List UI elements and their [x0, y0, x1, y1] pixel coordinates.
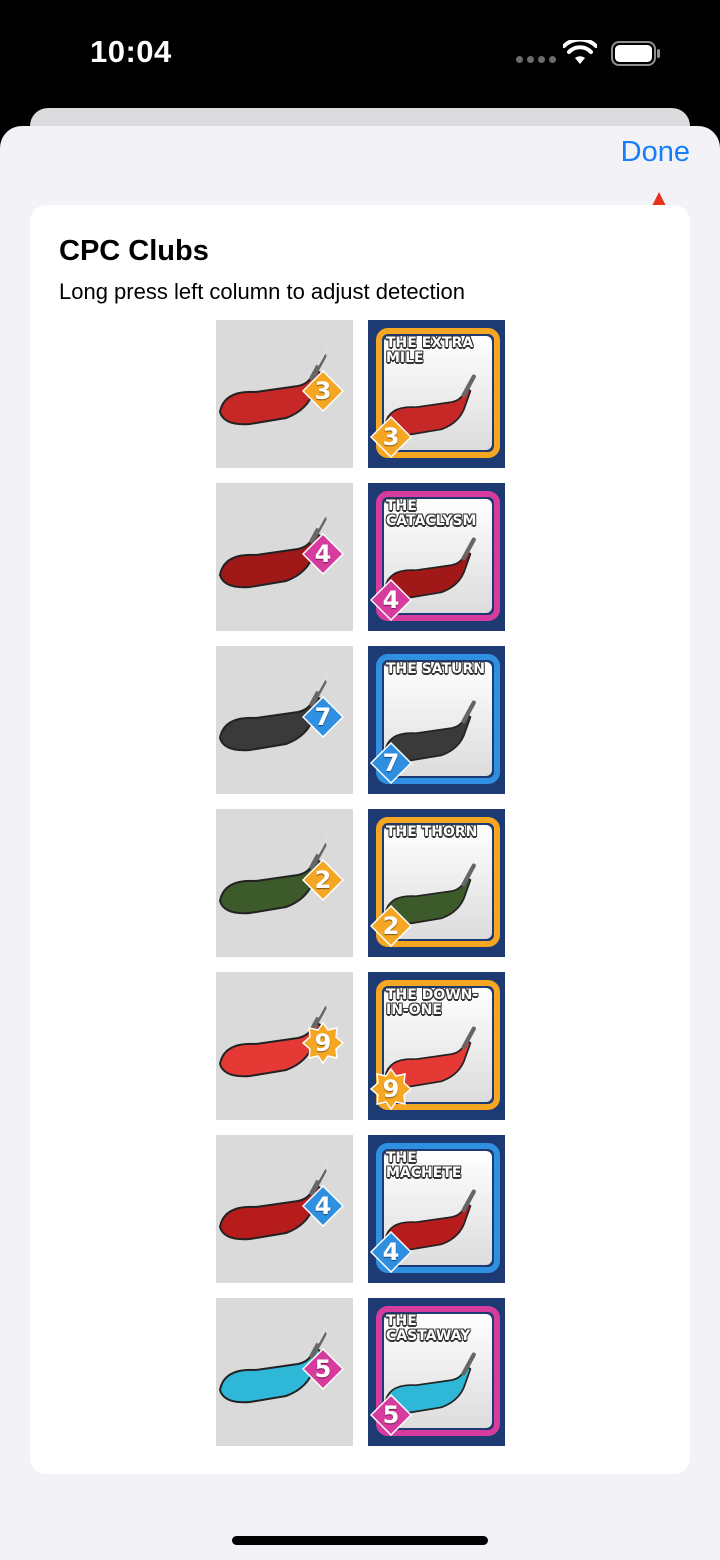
card-subtitle: Long press left column to adjust detecti… — [59, 279, 466, 304]
club-card-image: The Saturn 7 — [368, 646, 505, 794]
card-level-badge: 3 — [370, 416, 412, 458]
club-card-image: The Thorn 2 — [368, 809, 505, 957]
level-badge: 3 — [302, 370, 344, 412]
club-card-image: The Cataclysm 4 — [368, 483, 505, 631]
club-row: 7 The Saturn 7 — [216, 646, 506, 794]
card-level-number: 5 — [382, 1401, 400, 1429]
club-row: 4 The Cataclysm 4 — [216, 483, 506, 631]
club-name: The Down-in-One — [386, 987, 479, 1018]
club-card-image: The Extra Mile 3 — [368, 320, 505, 468]
club-detection-thumbnail[interactable]: 2 — [216, 809, 353, 957]
club-card-image: The Castaway 5 — [368, 1298, 505, 1446]
card-level-badge: 4 — [370, 579, 412, 621]
club-detection-thumbnail[interactable]: 5 — [216, 1298, 353, 1446]
card-level-badge: 4 — [370, 1231, 412, 1273]
level-badge: 5 — [302, 1348, 344, 1390]
card-level-badge: 2 — [370, 905, 412, 947]
level-number: 3 — [314, 377, 332, 405]
club-row: 9 The Down-in-One 9 — [216, 972, 506, 1120]
card-title: CPC Clubs — [59, 235, 209, 267]
card-level-badge: 7 — [370, 742, 412, 784]
club-detection-thumbnail[interactable]: 9 — [216, 972, 353, 1120]
modal-sheet: Done CPC Clubs Long press left column to… — [0, 126, 720, 1560]
card-level-badge: 5 — [370, 1394, 412, 1436]
club-row: 3 The Extra Mile 3 — [216, 320, 506, 468]
cellular-signal-icon — [516, 56, 556, 64]
club-row: 2 The Thorn 2 — [216, 809, 506, 957]
clubs-card: CPC Clubs Long press left column to adju… — [30, 205, 690, 1474]
card-level-number: 4 — [382, 586, 400, 614]
club-row: 5 The Castaway 5 — [216, 1298, 506, 1446]
card-level-badge: 9 — [370, 1068, 412, 1110]
done-button[interactable]: Done — [621, 136, 690, 169]
card-level-number: 9 — [382, 1075, 400, 1103]
club-row: 4 The Machete 4 — [216, 1135, 506, 1283]
home-indicator[interactable] — [232, 1536, 488, 1545]
club-detection-thumbnail[interactable]: 3 — [216, 320, 353, 468]
card-level-number: 7 — [382, 749, 400, 777]
wifi-icon — [563, 40, 597, 64]
club-name: The Cataclysm — [386, 498, 477, 529]
level-badge: 4 — [302, 1185, 344, 1227]
level-number: 7 — [314, 703, 332, 731]
club-detection-thumbnail[interactable]: 4 — [216, 483, 353, 631]
level-number: 2 — [314, 866, 332, 894]
status-bar: 10:04 — [0, 0, 720, 108]
club-name: The Castaway — [386, 1313, 471, 1344]
level-number: 9 — [314, 1029, 332, 1057]
club-detection-thumbnail[interactable]: 4 — [216, 1135, 353, 1283]
level-badge: 9 — [302, 1022, 344, 1064]
card-level-number: 2 — [382, 912, 400, 940]
club-detection-thumbnail[interactable]: 7 — [216, 646, 353, 794]
level-badge: 7 — [302, 696, 344, 738]
level-badge: 2 — [302, 859, 344, 901]
card-level-number: 4 — [382, 1238, 400, 1266]
level-number: 4 — [314, 540, 332, 568]
level-number: 5 — [314, 1355, 332, 1383]
club-name: The Saturn — [386, 661, 485, 677]
club-name: The Extra Mile — [386, 335, 474, 366]
club-name: The Machete — [386, 1150, 462, 1181]
card-level-number: 3 — [382, 423, 400, 451]
level-number: 4 — [314, 1192, 332, 1220]
status-time: 10:04 — [90, 34, 172, 69]
club-name: The Thorn — [386, 824, 478, 840]
club-card-image: The Down-in-One 9 — [368, 972, 505, 1120]
level-badge: 4 — [302, 533, 344, 575]
battery-icon — [611, 41, 660, 66]
club-card-image: The Machete 4 — [368, 1135, 505, 1283]
